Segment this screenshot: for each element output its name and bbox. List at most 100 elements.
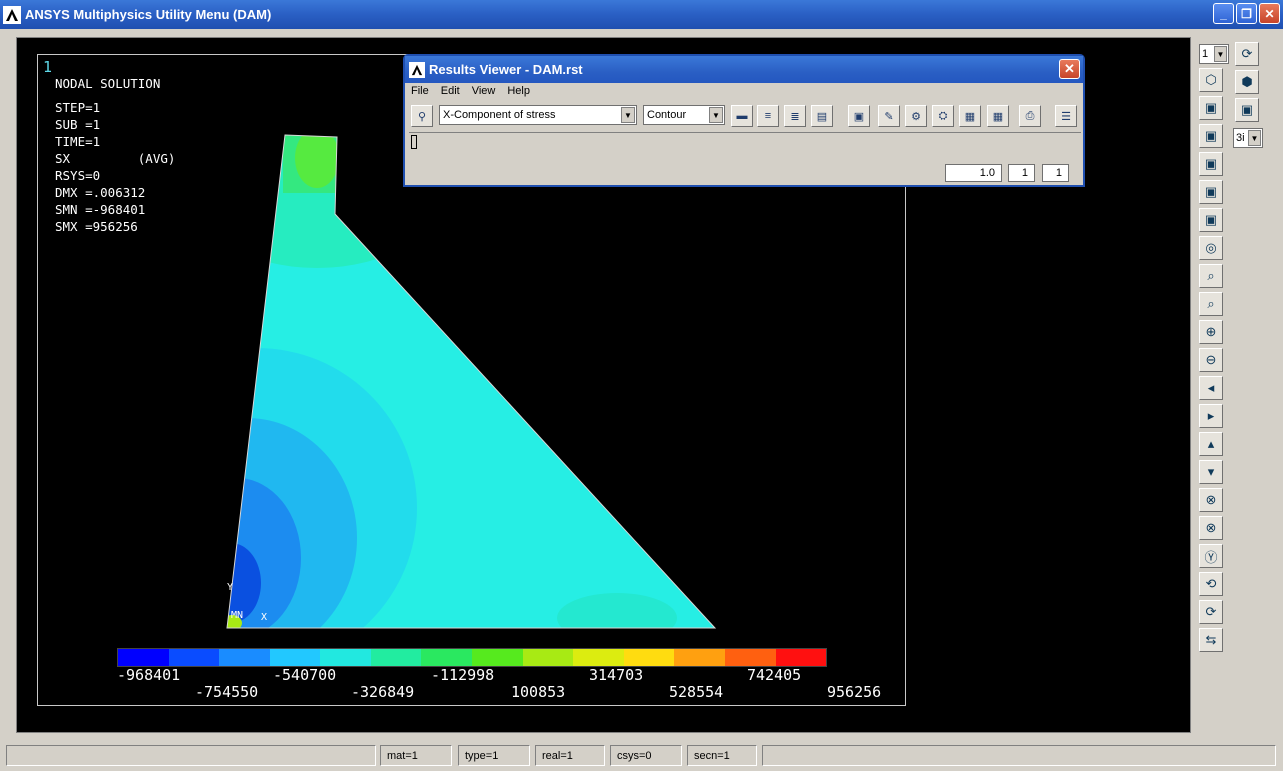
step-button[interactable]: ⚙ [905,105,927,127]
reset-button[interactable]: ⇆ [1199,628,1223,652]
fit-button[interactable]: ⟳ [1235,42,1259,66]
rotate-x-button[interactable]: ⊗ [1199,488,1223,512]
status-message [6,745,376,766]
menu-view[interactable]: View [472,85,496,97]
results-viewer-titlebar[interactable]: Results Viewer - DAM.rst ✕ [405,56,1083,83]
fit-icon: ⟳ [1241,46,1253,61]
right-view-icon: ▣ [1204,184,1218,199]
step-icon: ⚙ [911,110,921,123]
table-button[interactable]: ▦ [987,105,1009,127]
result-item-select[interactable]: X-Component of stress ▼ [439,105,637,125]
rotate-z-ccw-button[interactable]: ⟳ [1199,600,1223,624]
main-titlebar[interactable]: ANSYS Multiphysics Utility Menu (DAM) _ … [0,0,1283,29]
options-button[interactable]: ☰ [1055,105,1077,127]
image-capture-icon: ▣ [853,110,865,123]
pan-down-button[interactable]: ▾ [1199,460,1223,484]
status-csys: csys=0 [610,745,682,766]
box-zoom-button[interactable]: ⌕ [1199,264,1223,288]
close-button[interactable]: ✕ [1259,3,1280,24]
status-type: type=1 [458,745,530,766]
legend-label-bottom: -326849 [351,683,415,701]
win-zoom-button[interactable]: ⌕ [1199,292,1223,316]
legend-label-bottom: 528554 [669,683,724,701]
chevron-down-icon: ▼ [621,107,635,123]
legend-label-top: -968401 [117,666,181,684]
zoom-out-button[interactable]: ⊖ [1199,348,1223,372]
legend-cell [219,649,270,666]
legend-label-bottom: 956256 [827,683,882,701]
legend-cell [472,649,523,666]
front-view-button[interactable]: ⬢ [1235,70,1259,94]
dynamic-rotate-button[interactable]: ⟲ [1199,572,1223,596]
zoom-button[interactable]: ◎ [1199,236,1223,260]
minimize-button[interactable]: _ [1213,3,1234,24]
ansys-app: ANSYS Multiphysics Utility Menu (DAM) _ … [0,0,1283,771]
step-slider[interactable] [409,132,1081,150]
plot-results-button[interactable]: ▬ [731,105,753,127]
legend-color-bar [117,648,827,667]
view-select[interactable]: 3i ▼ [1233,128,1263,148]
pan-up-icon: ▴ [1207,436,1215,451]
right-view-button[interactable]: ▣ [1199,180,1223,204]
view-button[interactable]: ⛭ [932,105,954,127]
bottom-view-button[interactable]: ▣ [1199,124,1223,148]
rotate-z-icon: Ⓨ [1204,549,1218,565]
chevron-down-icon: ▼ [709,107,723,123]
table-icon: ▦ [992,110,1004,123]
view-icon: ⛭ [938,109,948,122]
results-viewer-dialog[interactable]: Results Viewer - DAM.rst ✕ File Edit Vie… [403,54,1085,187]
plot-results-icon: ▬ [736,110,748,122]
oblique-view-button[interactable]: ▣ [1199,208,1223,232]
pan-left-button[interactable]: ◂ [1199,376,1223,400]
plot-type-select[interactable]: Contour ▼ [643,105,725,125]
list-results-icon: ≡ [764,110,772,122]
back-view-button[interactable]: ▣ [1199,96,1223,120]
left-view-button[interactable]: ▣ [1199,152,1223,176]
zoom-out-icon: ⊖ [1205,352,1217,367]
pan-up-button[interactable]: ▴ [1199,432,1223,456]
status-secn: secn=1 [687,745,757,766]
iso-view-button[interactable]: ⬡ [1199,68,1223,92]
options-icon: ☰ [1061,110,1071,123]
rotate-y-button[interactable]: ⊗ [1199,516,1223,540]
window-select[interactable]: 1 ▼ [1199,44,1229,64]
sub-field[interactable]: 1 [1042,164,1069,182]
result-filter-button[interactable]: ⚲ [411,105,433,127]
legend-cell [118,649,169,666]
slider-thumb[interactable] [411,135,417,149]
results-viewer-menubar: File Edit View Help [411,85,530,97]
iso-view-icon: ⬡ [1205,72,1217,87]
legend-label-bottom: 100853 [511,683,566,701]
restore-icon: ❐ [1241,6,1252,21]
legend-label-top: 314703 [589,666,644,684]
print-icon: ⎙ [1025,109,1035,122]
pan-right-button[interactable]: ▸ [1199,404,1223,428]
legend-label-top: -112998 [431,666,495,684]
rotate-x-icon: ⊗ [1205,492,1217,507]
top-view-button[interactable]: ▣ [1235,98,1259,122]
pan-right-icon: ▸ [1207,408,1215,423]
list-results-button[interactable]: ≡ [757,105,779,127]
listing-button[interactable]: ▤ [811,105,833,127]
window-select-value: 1 [1202,48,1209,60]
bottom-view-icon: ▣ [1204,128,1218,143]
step-field[interactable]: 1 [1008,164,1035,182]
axis-mn-label: MN [231,610,243,621]
print-button[interactable]: ⎙ [1019,105,1041,127]
image-capture-button[interactable]: ▣ [848,105,870,127]
results-viewer-close-button[interactable]: ✕ [1059,59,1080,79]
restore-button[interactable]: ❐ [1236,3,1257,24]
zoom-in-button[interactable]: ⊕ [1199,320,1223,344]
scale-field[interactable]: 1.0 [945,164,1002,182]
grid-button[interactable]: ▦ [959,105,981,127]
animate-button[interactable]: ✎ [878,105,900,127]
close-icon: ✕ [1264,6,1275,21]
grid-icon: ▦ [964,110,976,123]
menu-edit[interactable]: Edit [441,85,460,97]
left-view-icon: ▣ [1204,156,1218,171]
menu-help[interactable]: Help [507,85,530,97]
rotate-z-button[interactable]: Ⓨ [1199,544,1223,568]
query-results-button[interactable]: ≣ [784,105,806,127]
menu-file[interactable]: File [411,85,429,97]
status-mat: mat=1 [380,745,452,766]
